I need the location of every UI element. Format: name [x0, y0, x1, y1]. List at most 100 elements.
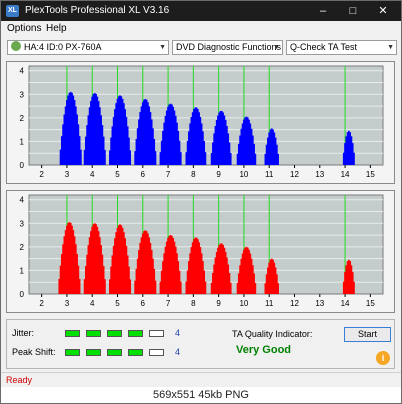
peak-shift-meter-segment [149, 349, 164, 356]
data-bar [204, 152, 207, 165]
menu-help[interactable]: Help [46, 23, 67, 35]
x-tick-label: 7 [166, 299, 171, 308]
y-tick-label: 0 [20, 290, 25, 299]
jitter-meter-segment [107, 330, 122, 337]
x-tick-label: 9 [216, 299, 221, 308]
x-tick-label: 10 [239, 170, 248, 179]
jitter-meter-segment [128, 330, 143, 337]
jitter-chart: 0 1 2 3 4 2 3 4 5 6 7 8 9 10 11 12 13 14 15 [6, 61, 395, 184]
data-bar [179, 281, 182, 294]
x-tick-label: 3 [65, 299, 70, 308]
x-tick-label: 11 [265, 299, 274, 308]
data-bar [103, 279, 106, 294]
data-bar [229, 152, 232, 165]
close-icon[interactable]: ✕ [372, 1, 394, 21]
y-tick-label: 3 [20, 90, 25, 99]
y-tick-label: 2 [20, 114, 25, 123]
data-bar [204, 281, 207, 294]
peak-shift-label: Peak Shift: [12, 347, 56, 357]
app-icon: XL [6, 5, 19, 17]
y-tick-label: 1 [20, 266, 25, 275]
x-tick-label: 2 [39, 299, 44, 308]
data-bar [154, 280, 157, 294]
app-window: XL PlexTools Professional XL V3.16 – □ ✕… [0, 0, 402, 404]
x-tick-label: 10 [239, 299, 248, 308]
x-tick-label: 6 [141, 170, 146, 179]
drive-select-value: HA:4 ID:0 PX-760A [24, 42, 102, 52]
image-caption: 569x551 45kb PNG [1, 387, 401, 403]
window-title: PlexTools Professional XL V3.16 [25, 5, 170, 16]
data-bar [353, 281, 355, 294]
quality-label: TA Quality Indicator: [232, 329, 313, 339]
data-bar [229, 282, 232, 294]
start-button[interactable]: Start [344, 327, 391, 342]
info-icon[interactable]: i [376, 351, 390, 365]
chevron-down-icon: ▼ [159, 44, 166, 51]
title-bar: XL PlexTools Professional XL V3.16 – □ ✕ [1, 1, 401, 21]
x-tick-label: 8 [191, 299, 196, 308]
drive-select[interactable]: HA:4 ID:0 PX-760A ▼ [7, 40, 169, 55]
peak-shift-meter [65, 349, 175, 356]
x-tick-label: 13 [315, 170, 324, 179]
test-select[interactable]: Q-Check TA Test ▼ [286, 40, 397, 55]
plot-area [28, 194, 384, 295]
x-tick-label: 15 [366, 170, 375, 179]
function-select[interactable]: DVD Diagnostic Functions ▼ [172, 40, 283, 55]
test-select-value: Q-Check TA Test [290, 42, 358, 52]
peak-shift-value: 4 [175, 347, 181, 357]
jitter-meter [65, 330, 175, 337]
y-tick-label: 4 [20, 196, 25, 205]
peak-shift-meter-segment [107, 349, 122, 356]
jitter-label: Jitter: [12, 328, 35, 338]
x-tick-label: 14 [341, 299, 350, 308]
x-tick-label: 4 [90, 170, 95, 179]
data-bar [129, 150, 132, 165]
peak-shift-chart: 0 1 2 3 4 2 3 4 5 6 7 8 9 10 11 12 13 14 15 [6, 190, 395, 313]
data-bar [179, 152, 182, 165]
data-bar [79, 149, 82, 165]
x-tick-label: 2 [39, 170, 44, 179]
chevron-down-icon: ▼ [387, 44, 394, 51]
x-tick-label: 8 [191, 170, 196, 179]
data-bar [129, 279, 132, 294]
data-bar [154, 151, 157, 165]
peak-shift-meter-segment [86, 349, 101, 356]
x-tick-label: 15 [366, 299, 375, 308]
function-select-value: DVD Diagnostic Functions [176, 42, 282, 52]
data-bar [103, 149, 106, 165]
y-tick-label: 3 [20, 219, 25, 228]
plot-area [28, 65, 384, 166]
y-tick-label: 2 [20, 243, 25, 252]
x-tick-label: 9 [216, 170, 221, 179]
x-tick-label: 13 [315, 299, 324, 308]
jitter-meter-segment [65, 330, 80, 337]
maximize-icon[interactable]: □ [342, 1, 364, 21]
peak-shift-chart-svg: 012342 3 4 5 6 7 8 9 10 11 12 13 14 15 [20, 194, 384, 308]
x-tick-label: 5 [115, 170, 120, 179]
peak-shift-meter-segment [128, 349, 143, 356]
chevron-down-icon: ▼ [273, 44, 280, 51]
x-tick-label: 7 [166, 170, 171, 179]
x-tick-label: 12 [290, 299, 299, 308]
data-bar [353, 152, 355, 165]
jitter-value: 4 [175, 328, 181, 338]
x-tick-label: 14 [341, 170, 350, 179]
menu-bar: Options Help [1, 21, 401, 37]
data-bar [277, 153, 279, 165]
y-tick-label: 0 [20, 161, 25, 170]
menu-options[interactable]: Options [7, 23, 41, 35]
minimize-icon[interactable]: – [312, 1, 334, 21]
jitter-meter-segment [86, 330, 101, 337]
quality-value: Very Good [236, 344, 292, 356]
data-bar [277, 283, 279, 294]
jitter-chart-svg: 012342 3 4 5 6 7 8 9 10 11 12 13 14 15 [20, 65, 384, 179]
x-tick-label: 11 [265, 170, 274, 179]
data-bar [254, 282, 257, 294]
status-bar: Ready [1, 372, 401, 387]
data-bar [254, 153, 257, 165]
x-tick-label: 12 [290, 170, 299, 179]
peak-shift-meter-segment [65, 349, 80, 356]
data-bar [78, 278, 81, 294]
x-tick-label: 5 [115, 299, 120, 308]
x-tick-label: 4 [90, 299, 95, 308]
